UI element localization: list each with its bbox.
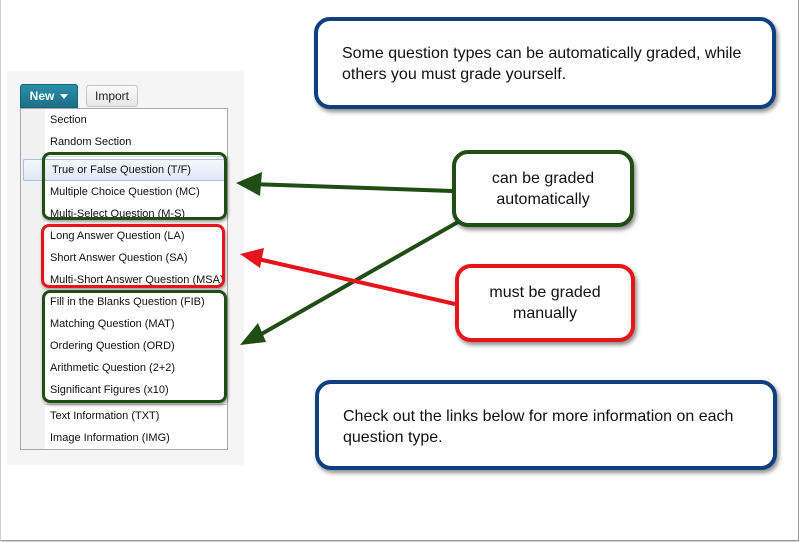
callout-links-info: Check out the links below for more infor… [315, 380, 777, 470]
arrowhead-green-top [236, 172, 262, 196]
callout-manual-graded: must be graded manually [455, 264, 635, 342]
callout-auto-graded: can be graded automatically [452, 150, 634, 227]
arrowhead-green-bottom [240, 323, 266, 345]
arrow-manual [257, 257, 456, 306]
callout-intro: Some question types can be automatically… [314, 17, 776, 109]
arrowhead-red [240, 248, 264, 268]
callout-manual-text: must be graded manually [489, 284, 601, 322]
callout-auto-text: can be graded automatically [491, 169, 595, 208]
arrow-auto-to-bottom [257, 220, 459, 338]
arrow-auto-to-top [251, 182, 453, 193]
